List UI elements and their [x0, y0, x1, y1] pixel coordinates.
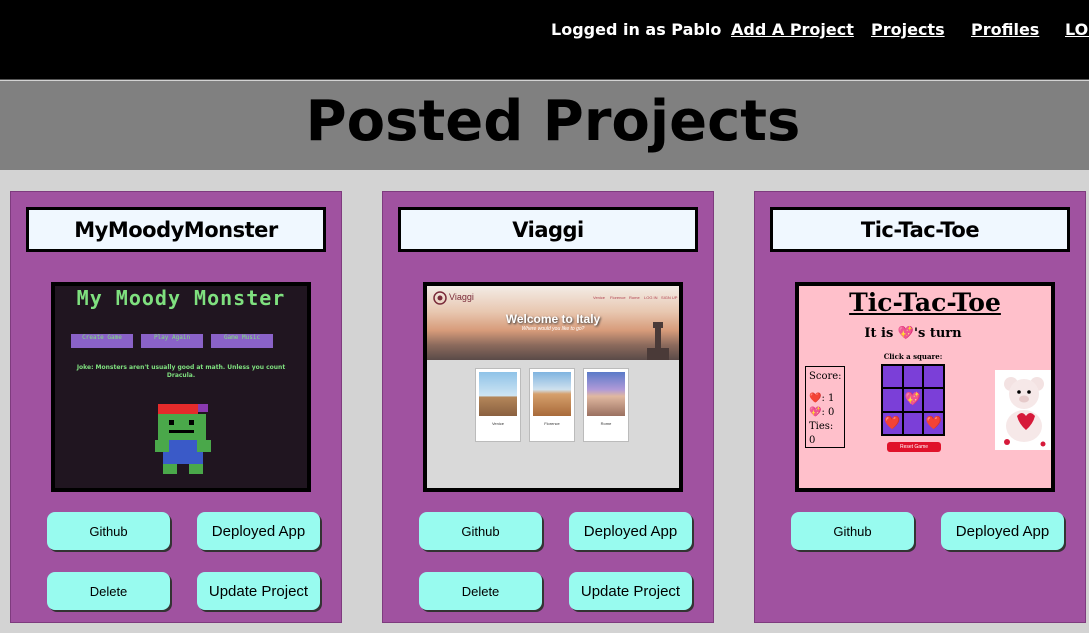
- preview-title: My Moody Monster: [76, 286, 286, 310]
- sparkle-heart-icon: 💖: [809, 407, 822, 418]
- preview-city-label: Rome: [600, 421, 612, 426]
- preview-nav-item: Rome: [629, 295, 640, 300]
- nav-add-project-link[interactable]: Add A Project: [731, 20, 854, 39]
- board-cell: [924, 366, 943, 388]
- top-navbar: Logged in as Pablo Add A Project Project…: [0, 0, 1089, 80]
- deployed-app-button[interactable]: Deployed App: [197, 512, 320, 550]
- page-title: Posted Projects: [305, 89, 801, 154]
- nav-profiles-link[interactable]: Profiles: [971, 20, 1039, 39]
- preview-turn: It is 💖's turn: [864, 326, 962, 341]
- score-ties: Ties: 0: [809, 421, 834, 446]
- delete-button[interactable]: Delete: [47, 572, 170, 610]
- preview-title: Tic-Tac-Toe: [849, 288, 1001, 317]
- score-heart: : 1: [821, 393, 835, 404]
- project-screenshot: Viaggi Venice Florence Rome LOG IN SIGN …: [423, 282, 683, 492]
- board-cell: [903, 412, 923, 434]
- monster-icon: [155, 404, 211, 474]
- project-title: Tic-Tac-Toe: [770, 207, 1070, 252]
- delete-button[interactable]: Delete: [419, 572, 542, 610]
- board-cell: [924, 389, 943, 411]
- preview-scoreboard: Score: ❤️: 1 💖: 0 Ties: 0: [805, 366, 845, 448]
- preview-button: Create Game: [71, 334, 133, 348]
- project-title: Viaggi: [398, 207, 698, 252]
- board-cell: 💖: [903, 389, 923, 411]
- deployed-app-button[interactable]: Deployed App: [569, 512, 692, 550]
- board-cell: [883, 389, 902, 411]
- preview-board: 💖 ❤️ ❤️: [881, 364, 945, 436]
- preview-button: Game Music: [211, 334, 273, 348]
- board-cell: [903, 366, 923, 388]
- project-title: MyMoodyMonster: [26, 207, 326, 252]
- preview-logo: Viaggi: [449, 292, 474, 302]
- deployed-app-button[interactable]: Deployed App: [941, 512, 1064, 550]
- board-cell: ❤️: [924, 412, 943, 434]
- preview-nav-item: LOG IN: [644, 295, 658, 300]
- preview-city-label: Venice: [491, 421, 504, 426]
- preview-click-prompt: Click a square:: [883, 352, 943, 361]
- preview-reset-button: Reset Game: [887, 442, 941, 452]
- update-project-button[interactable]: Update Project: [569, 572, 692, 610]
- github-button[interactable]: Github: [419, 512, 542, 550]
- heart-icon: ❤️: [809, 393, 822, 404]
- project-card-mymoodymonster: MyMoodyMonster My Moody Monster Create G…: [10, 191, 342, 623]
- github-button[interactable]: Github: [47, 512, 170, 550]
- preview-city-card: Florence: [529, 368, 575, 442]
- preview-joke: Joke: Monsters aren't usually good at ma…: [76, 364, 286, 379]
- preview-nav-item: Venice: [593, 295, 606, 300]
- board-cell: ❤️: [883, 412, 902, 434]
- preview-button: Play Again: [141, 334, 203, 348]
- update-project-button[interactable]: Update Project: [197, 572, 320, 610]
- preview-city-card: Rome: [583, 368, 629, 442]
- preview-nav-item: Florence: [610, 295, 626, 300]
- project-screenshot: My Moody Monster Create Game Play Again …: [51, 282, 311, 492]
- score-sparkle: : 0: [821, 407, 835, 418]
- logged-in-user: Logged in as Pablo: [551, 20, 722, 39]
- viaggi-logo-icon: [433, 291, 447, 305]
- score-label: Score:: [809, 371, 842, 382]
- preview-subtitle: Where would you like to go?: [521, 326, 585, 332]
- preview-nav-item: SIGN UP: [661, 295, 678, 300]
- project-card-viaggi: Viaggi Viaggi Venice Florence Rome LOG I…: [382, 191, 714, 623]
- nav-logout-link[interactable]: LOG: [1065, 20, 1089, 39]
- preview-city-card: Venice: [475, 368, 521, 442]
- teddy-bear-icon: [995, 370, 1051, 450]
- board-cell: [883, 366, 902, 388]
- preview-city-label: Florence: [544, 421, 560, 426]
- project-screenshot: Tic-Tac-Toe It is 💖's turn Click a squar…: [795, 282, 1055, 492]
- preview-welcome: Welcome to Italy: [505, 312, 601, 326]
- github-button[interactable]: Github: [791, 512, 914, 550]
- title-band: Posted Projects: [0, 81, 1089, 170]
- nav-projects-link[interactable]: Projects: [871, 20, 945, 39]
- project-card-tic-tac-toe: Tic-Tac-Toe Tic-Tac-Toe It is 💖's turn C…: [754, 191, 1086, 623]
